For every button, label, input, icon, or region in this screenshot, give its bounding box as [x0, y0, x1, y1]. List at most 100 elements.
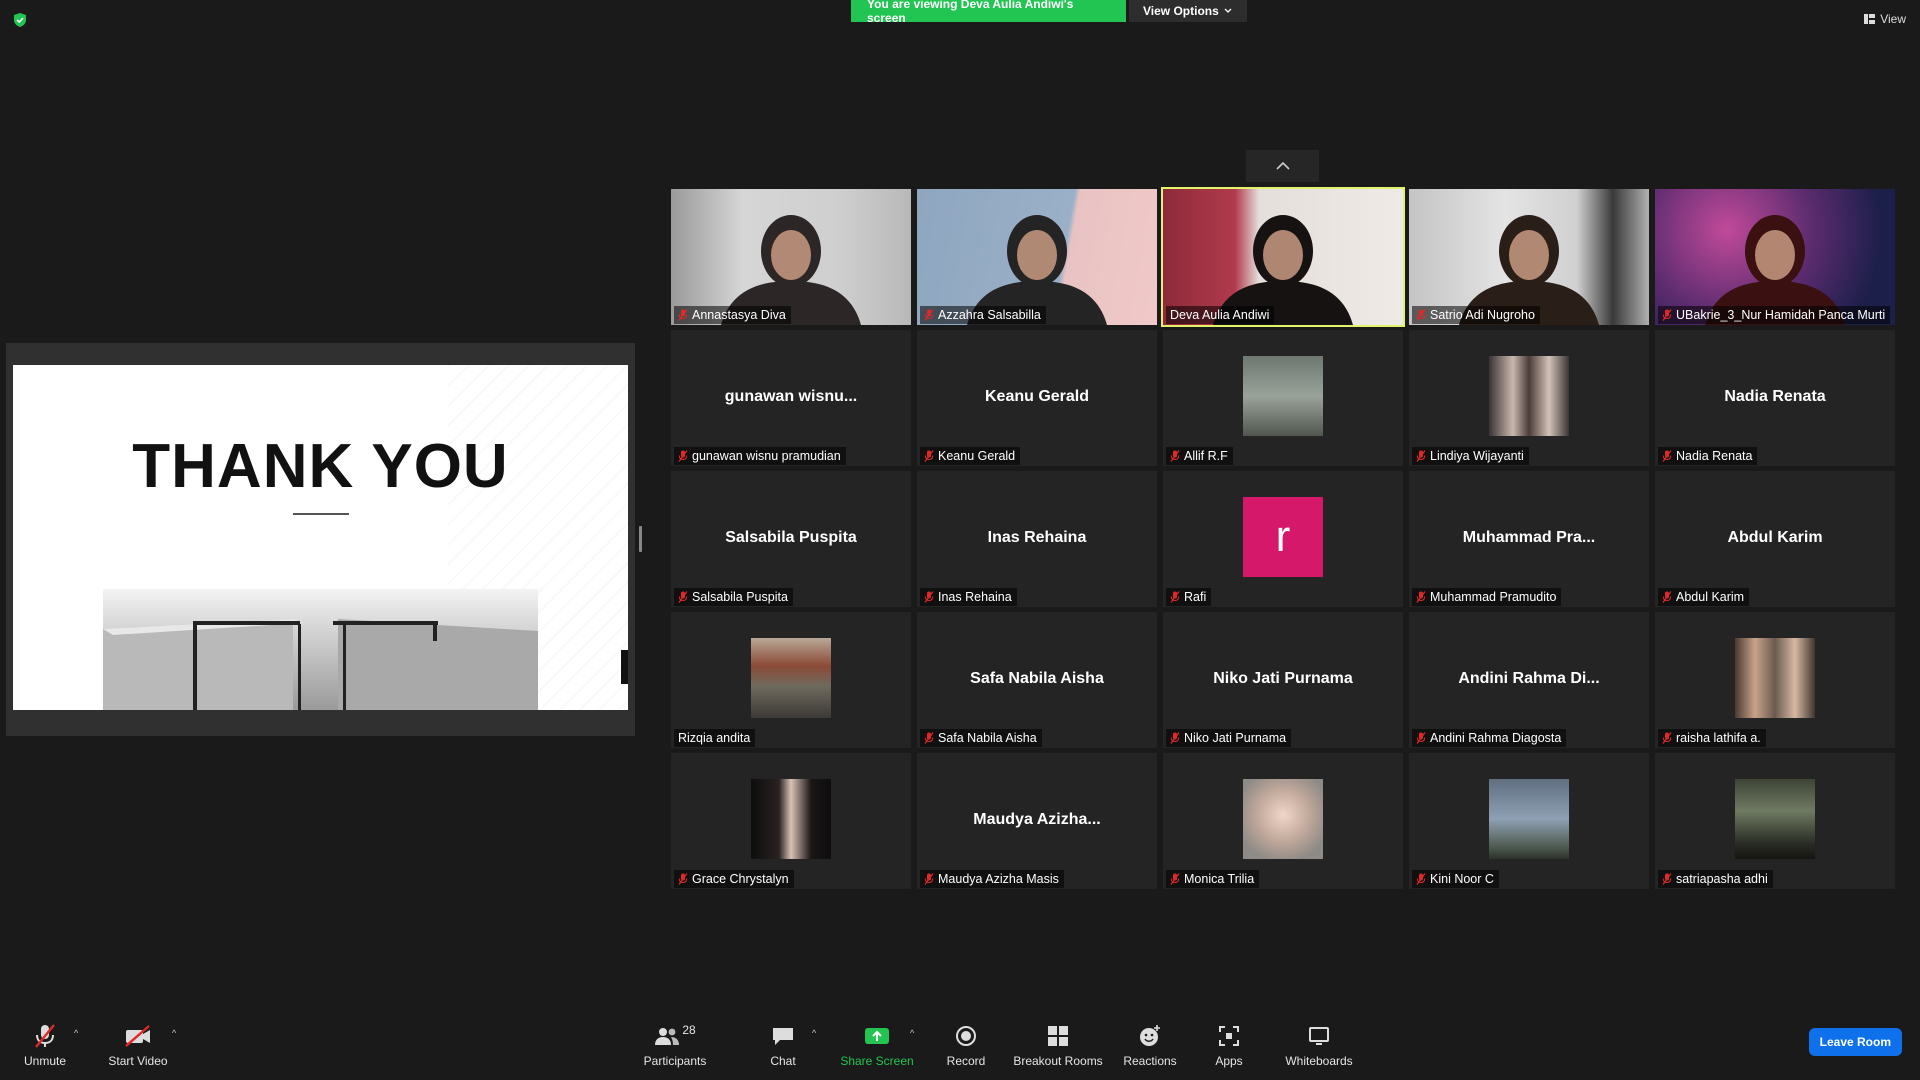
participant-tile[interactable]: Andini Rahma Di... Andini Rahma Diagosta [1409, 612, 1649, 748]
participant-video [917, 189, 1157, 325]
participant-name: Monica Trilia [1184, 872, 1255, 886]
participant-name: Deva Aulia Andiwi [1170, 308, 1270, 322]
participant-video [671, 189, 911, 325]
participant-profile-picture [1243, 356, 1323, 436]
participant-name-tag: Muhammad Pramudito [1412, 588, 1562, 606]
view-options-label: View Options [1143, 4, 1219, 18]
microphone-muted-icon [1170, 732, 1180, 744]
start-video-button[interactable]: Start Video [108, 1022, 168, 1068]
participant-tile[interactable]: Monica Trilia [1163, 753, 1403, 889]
collapse-gallery-button[interactable] [1246, 150, 1319, 182]
participant-name-tag: Azzahra Salsabilla [920, 306, 1046, 324]
participant-tile[interactable]: Niko Jati Purnama Niko Jati Purnama [1163, 612, 1403, 748]
participant-tile[interactable]: Keanu Gerald Keanu Gerald [917, 330, 1157, 466]
participant-name-tag: Safa Nabila Aisha [920, 729, 1042, 747]
participant-profile-picture [751, 638, 831, 718]
participant-tile[interactable]: Safa Nabila Aisha Safa Nabila Aisha [917, 612, 1157, 748]
grid-view-icon [1864, 14, 1876, 24]
participant-tile[interactable]: Allif R.F [1163, 330, 1403, 466]
participant-tile[interactable]: satriapasha adhi [1655, 753, 1895, 889]
participant-name-tag: Grace Chrystalyn [674, 870, 794, 888]
apps-icon [1219, 1026, 1239, 1046]
share-screen-label: Share Screen [840, 1054, 914, 1068]
participant-tile[interactable]: Annastasya Diva [671, 189, 911, 325]
participant-display-name: Nadia Renata [1724, 388, 1826, 405]
chat-button[interactable]: Chat [768, 1022, 798, 1068]
participant-tile[interactable]: Satrio Adi Nugroho [1409, 189, 1649, 325]
reactions-button[interactable]: Reactions [1123, 1022, 1177, 1068]
microphone-muted-icon [924, 450, 934, 462]
participant-profile-picture [1735, 638, 1815, 718]
audio-options-caret[interactable]: ^ [74, 1028, 78, 1038]
participant-name-tag: satriapasha adhi [1658, 870, 1773, 888]
participant-display-name: Salsabila Puspita [725, 529, 857, 546]
apps-button[interactable]: Apps [1212, 1022, 1246, 1068]
microphone-muted-icon [35, 1024, 55, 1048]
participant-video [1655, 189, 1895, 325]
participant-tile[interactable]: Lindiya Wijayanti [1409, 330, 1649, 466]
participant-tile[interactable]: Kini Noor C [1409, 753, 1649, 889]
presentation-slide: THANK YOU [13, 365, 628, 710]
slide-side-mark [621, 650, 628, 684]
video-options-caret[interactable]: ^ [172, 1028, 176, 1038]
view-options-button[interactable]: View Options [1129, 0, 1247, 22]
leave-room-button[interactable]: Leave Room [1808, 1028, 1902, 1056]
participants-button[interactable]: 28 Participants [642, 1022, 708, 1068]
participant-tile[interactable]: Nadia Renata Nadia Renata [1655, 330, 1895, 466]
participant-profile-picture [1243, 779, 1323, 859]
participant-name: raisha lathifa a. [1676, 731, 1761, 745]
encryption-shield-icon[interactable] [12, 12, 28, 28]
participant-tile[interactable]: Maudya Azizha... Maudya Azizha Masis [917, 753, 1157, 889]
participant-tile[interactable]: r Rafi [1163, 471, 1403, 607]
participant-tile[interactable]: Inas Rehaina Inas Rehaina [917, 471, 1157, 607]
participant-name: Nadia Renata [1676, 449, 1753, 463]
participant-name-tag: Allif R.F [1166, 447, 1233, 465]
participant-name: Inas Rehaina [938, 590, 1012, 604]
reactions-label: Reactions [1123, 1054, 1177, 1068]
breakout-rooms-button[interactable]: Breakout Rooms [1013, 1022, 1103, 1068]
record-button[interactable]: Record [946, 1022, 986, 1068]
participant-display-name: Muhammad Pra... [1462, 529, 1596, 546]
participant-name: satriapasha adhi [1676, 872, 1768, 886]
unmute-button[interactable]: Unmute [20, 1022, 70, 1068]
chat-bubble-icon [773, 1028, 793, 1045]
video-camera-off-icon [125, 1025, 150, 1047]
participant-name-tag: Lindiya Wijayanti [1412, 447, 1529, 465]
share-screen-button[interactable]: Share Screen [840, 1022, 914, 1068]
participant-name: Muhammad Pramudito [1430, 590, 1557, 604]
panel-resize-handle[interactable] [639, 526, 642, 552]
participant-name-tag: raisha lathifa a. [1658, 729, 1766, 747]
participant-tile[interactable]: gunawan wisnu... gunawan wisnu pramudian [671, 330, 911, 466]
participant-tile[interactable]: Salsabila Puspita Salsabila Puspita [671, 471, 911, 607]
view-button[interactable]: View [1864, 12, 1906, 26]
participant-tile[interactable]: Rizqia andita [671, 612, 911, 748]
participant-tile[interactable]: Grace Chrystalyn [671, 753, 911, 889]
participant-name: Rizqia andita [678, 731, 751, 745]
participant-name-tag: Niko Jati Purnama [1166, 729, 1292, 747]
participant-name-tag: Deva Aulia Andiwi [1166, 306, 1275, 324]
slide-divider [293, 513, 349, 515]
share-options-caret[interactable]: ^ [910, 1028, 914, 1038]
participant-profile-picture [1735, 779, 1815, 859]
participant-name: Kini Noor C [1430, 872, 1494, 886]
participant-tile[interactable]: Abdul Karim Abdul Karim [1655, 471, 1895, 607]
participant-profile-picture [1489, 779, 1569, 859]
participant-tile[interactable]: Azzahra Salsabilla [917, 189, 1157, 325]
microphone-muted-icon [1416, 309, 1426, 321]
participant-tile[interactable]: raisha lathifa a. [1655, 612, 1895, 748]
chat-options-caret[interactable]: ^ [812, 1028, 816, 1038]
participant-video [1409, 189, 1649, 325]
whiteboards-button[interactable]: Whiteboards [1283, 1022, 1355, 1068]
participant-display-name: Inas Rehaina [987, 529, 1087, 546]
shared-screen-panel[interactable]: THANK YOU [6, 343, 635, 736]
chevron-down-icon [1224, 8, 1232, 13]
participant-tile[interactable]: UBakrie_3_Nur Hamidah Panca Murti [1655, 189, 1895, 325]
participant-tile[interactable]: Deva Aulia Andiwi [1161, 187, 1405, 327]
slide-title: THANK YOU [132, 432, 509, 501]
participant-name: Andini Rahma Diagosta [1430, 731, 1562, 745]
participant-tile[interactable]: Muhammad Pra... Muhammad Pramudito [1409, 471, 1649, 607]
microphone-muted-icon [924, 732, 934, 744]
participant-name-tag: Kini Noor C [1412, 870, 1499, 888]
participant-name-tag: Andini Rahma Diagosta [1412, 729, 1567, 747]
participant-name: gunawan wisnu pramudian [692, 449, 841, 463]
